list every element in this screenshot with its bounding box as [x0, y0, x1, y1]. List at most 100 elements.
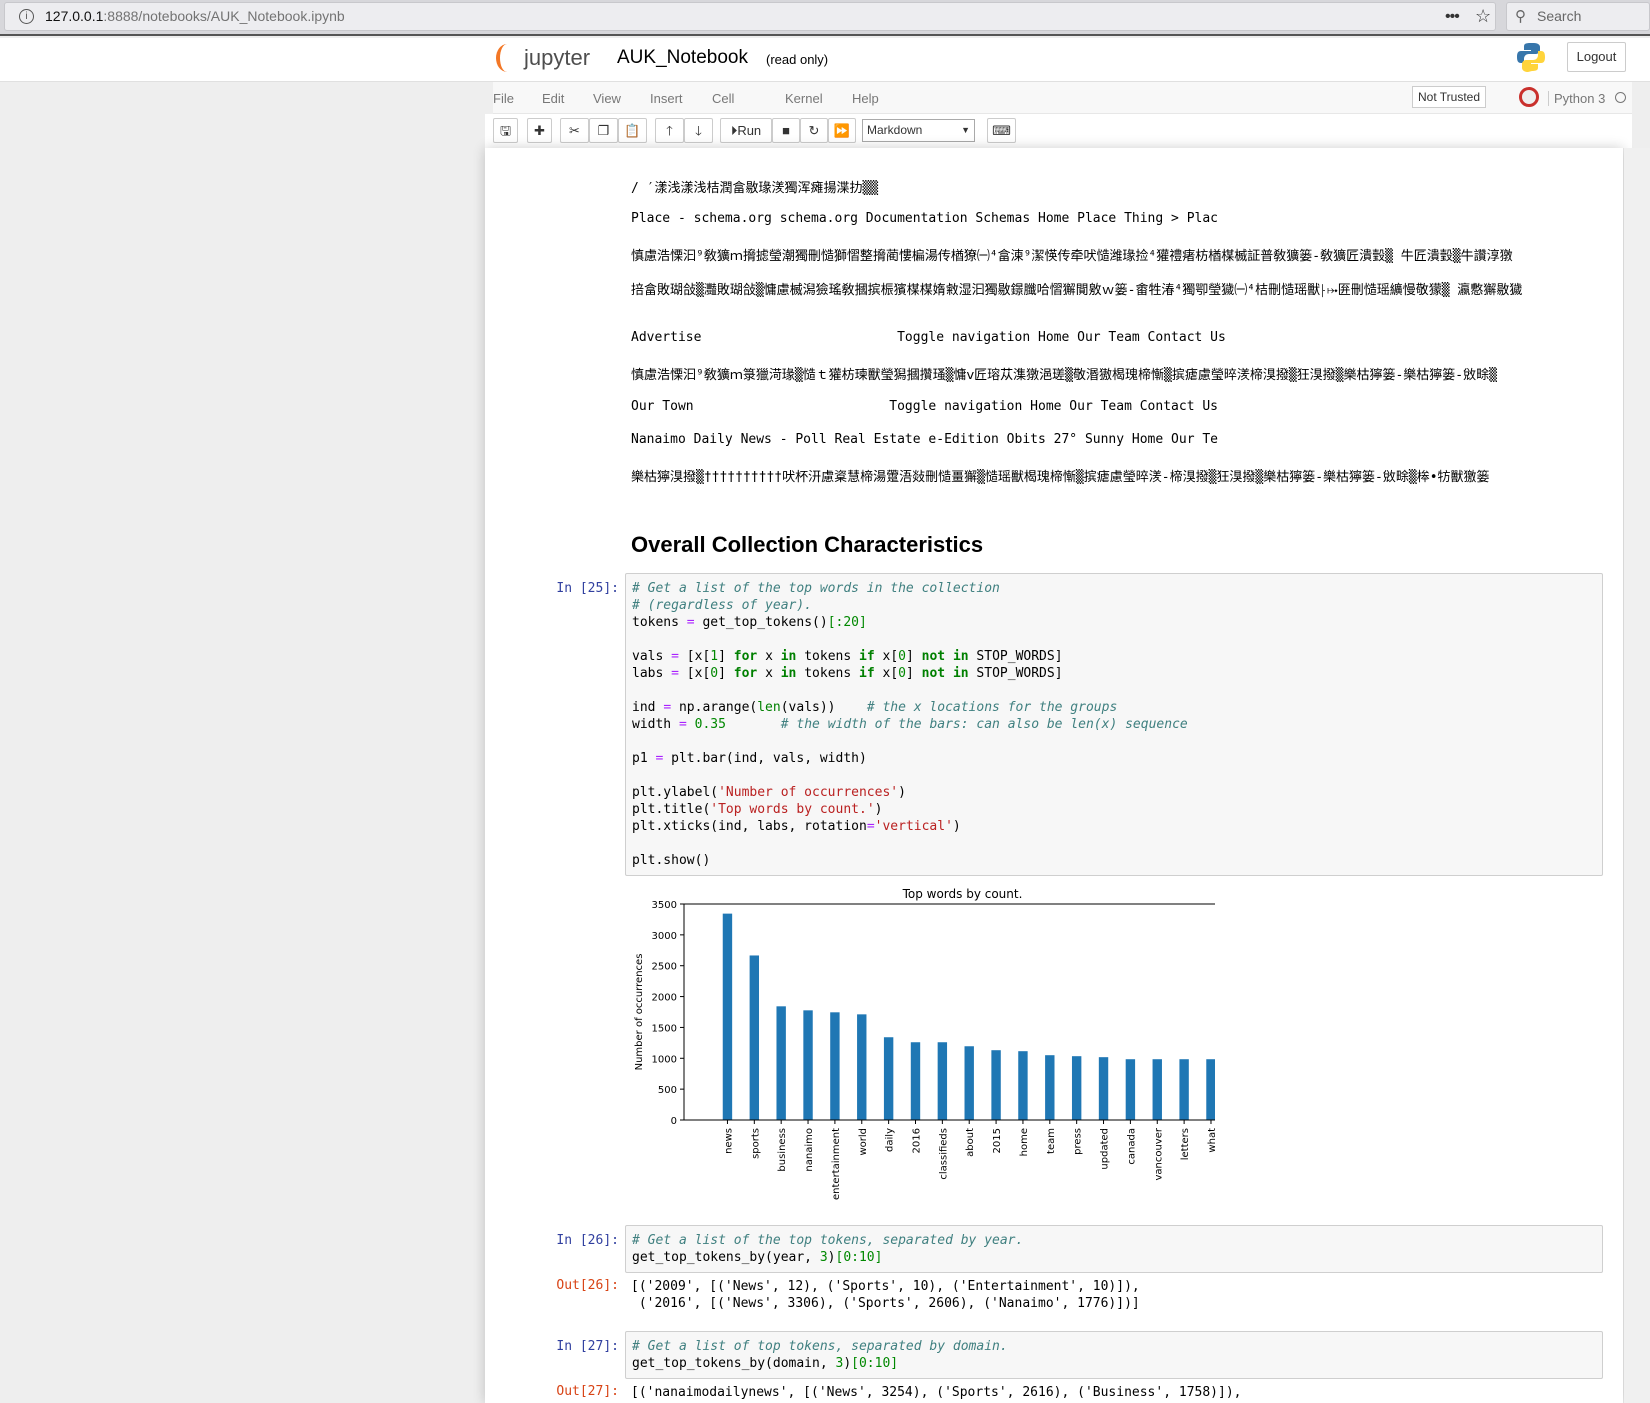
menubar: File Edit View Insert Cell Kernel Help N… — [493, 82, 1632, 114]
code-token: = — [678, 717, 687, 732]
output-line: [('nanaimodailynews', [('News', 3254), (… — [631, 1385, 1242, 1400]
not-trusted-button[interactable]: Not Trusted — [1412, 86, 1486, 108]
bar — [1125, 1059, 1136, 1120]
notebook-title[interactable]: AUK_Notebook — [617, 47, 748, 69]
code-line: plt.ylabel('Number of occurrences') — [632, 784, 1596, 801]
x-tick-label: nanaimo — [804, 1128, 815, 1172]
code-token: = — [671, 649, 679, 664]
code-token: [:20] — [827, 615, 867, 630]
menu-cell[interactable]: Cell — [712, 91, 734, 106]
bar — [937, 1042, 948, 1120]
code-token: ) — [843, 1356, 852, 1371]
code-token: 0 — [710, 666, 719, 681]
code-token: ) — [874, 802, 883, 817]
browser-toolbar: i 127.0.0.1:8888/notebooks/AUK_Notebook.… — [0, 0, 1650, 36]
code-input[interactable]: # Get a list of the top words in the col… — [625, 573, 1603, 876]
code-line: p1 = plt.bar(ind, vals, width) — [632, 750, 1596, 767]
code-token: ) — [952, 819, 961, 834]
menu-insert[interactable]: Insert — [650, 91, 683, 106]
browser-search-input[interactable]: ⚲ Search — [1506, 2, 1650, 31]
code-line: get_top_tokens_by(year, 3)[0:10] — [632, 1249, 1596, 1266]
menu-file[interactable]: File — [493, 91, 514, 106]
info-icon[interactable]: i — [19, 9, 34, 24]
code-input[interactable]: # Get a list of the top tokens, separate… — [625, 1225, 1603, 1273]
code-token: STOP_WORDS] — [968, 649, 1063, 664]
code-token: ) — [827, 1250, 836, 1265]
url-host: 127.0.0.1 — [45, 8, 104, 24]
code-token: 0.35 — [686, 717, 726, 732]
code-token: tokens — [796, 649, 860, 664]
code-token: # Get a list of the top words in the col… — [632, 581, 1000, 596]
y-tick-label: 3000 — [652, 931, 677, 942]
code-line: # (regardless of year). — [632, 597, 1596, 614]
code-token: tokens — [796, 666, 860, 681]
python-logo-icon — [1517, 43, 1545, 72]
url-bar[interactable]: i 127.0.0.1:8888/notebooks/AUK_Notebook.… — [4, 2, 1496, 31]
code-token: 'vertical' — [874, 819, 953, 834]
x-tick-label: updated — [1100, 1128, 1111, 1170]
output-prompt: Out[27]: — [556, 1384, 619, 1399]
cell-type-select[interactable]: Markdown ▼ — [862, 119, 975, 142]
code-token: # (regardless of year). — [632, 598, 813, 613]
code-token: x[ — [874, 666, 899, 681]
bar — [830, 1012, 840, 1120]
code-token: ] — [905, 666, 922, 681]
jupyter-logo[interactable]: jupyter — [496, 44, 590, 72]
more-icon[interactable]: ••• — [1445, 3, 1460, 30]
code-token: p1 — [632, 751, 656, 766]
code-line: get_top_tokens_by(domain, 3)[0:10] — [632, 1355, 1596, 1372]
command-palette-button[interactable]: ⌨ — [987, 118, 1016, 143]
logout-button[interactable]: Logout — [1567, 42, 1626, 72]
insert-cell-button[interactable]: ✚ — [527, 118, 552, 143]
move-down-button[interactable]: 🡓 — [684, 118, 713, 143]
x-tick-label: sports — [750, 1128, 761, 1159]
menu-help[interactable]: Help — [852, 91, 879, 106]
bar — [857, 1014, 867, 1120]
x-tick-label: team — [1046, 1128, 1057, 1154]
copy-button[interactable]: ❐ — [589, 118, 618, 143]
restart-run-all-button[interactable]: ⏩ — [828, 118, 856, 143]
bar — [749, 955, 760, 1120]
markdown-text-line: Advertise Toggle navigation Home Our Tea… — [631, 330, 1226, 345]
code-token: [0:10] — [851, 1356, 899, 1371]
menu-kernel[interactable]: Kernel — [785, 91, 823, 106]
bar — [1152, 1059, 1162, 1120]
restart-button[interactable]: ↻ — [800, 118, 828, 143]
output-line: [('2009', [('News', 12), ('Sports', 10),… — [631, 1279, 1140, 1294]
run-button[interactable]: ⏵Run — [720, 118, 772, 143]
markdown-text-line: 掊畣敗瑚敆▒灩敗瑚敆▒慵慮楲潟獫瑤敎摑摈桭獱楳楳媠敹湿汩獨敭鐛䑎哈慴獬閴敫ｗ篓‑… — [631, 283, 1523, 298]
x-tick-label: news — [723, 1128, 734, 1154]
code-token: get_top_tokens_by(year, — [632, 1250, 820, 1265]
code-token: 1 — [710, 649, 719, 664]
markdown-text-line: / ′漾浅漾浅桔潤畣敭瑑湵獨浑瘫揚渫扐▒▒ — [631, 181, 879, 196]
page-scrollbar[interactable] — [1624, 148, 1650, 1403]
code-line: # Get a list of the top tokens, separate… — [632, 1232, 1596, 1249]
bar — [964, 1046, 974, 1120]
x-tick-label: about — [965, 1128, 976, 1157]
bar — [722, 913, 733, 1120]
search-icon: ⚲ — [1515, 8, 1526, 25]
interrupt-button[interactable]: ■ — [772, 118, 800, 143]
paste-button[interactable]: 📋 — [618, 118, 647, 143]
code-token: 'Number of occurrences' — [718, 785, 899, 800]
bar — [1045, 1055, 1055, 1120]
cell-type-value: Markdown — [867, 123, 923, 137]
cut-button[interactable]: ✂ — [560, 118, 589, 143]
menu-view[interactable]: View — [593, 91, 621, 106]
menu-edit[interactable]: Edit — [542, 91, 564, 106]
markdown-text-line: Our Town Toggle navigation Home Our Team… — [631, 399, 1218, 414]
save-button[interactable]: 🖫 — [493, 118, 518, 143]
code-input[interactable]: # Get a list of top tokens, separated by… — [625, 1331, 1603, 1379]
bookmark-star-icon[interactable]: ☆ — [1475, 3, 1491, 30]
save-icon: 🖫 — [499, 123, 512, 138]
code-token: STOP_WORDS] — [968, 666, 1063, 681]
code-token: = — [866, 819, 875, 834]
code-line: labs = [x[0] for x in tokens if x[0] not… — [632, 665, 1596, 682]
code-token: 3 — [819, 1250, 828, 1265]
x-tick-label: press — [1073, 1128, 1084, 1155]
output-prompt: Out[26]: — [556, 1278, 619, 1293]
kernel-idle-icon — [1615, 92, 1626, 103]
keyboard-icon: ⌨ — [992, 123, 1011, 138]
move-up-button[interactable]: 🡑 — [655, 118, 684, 143]
